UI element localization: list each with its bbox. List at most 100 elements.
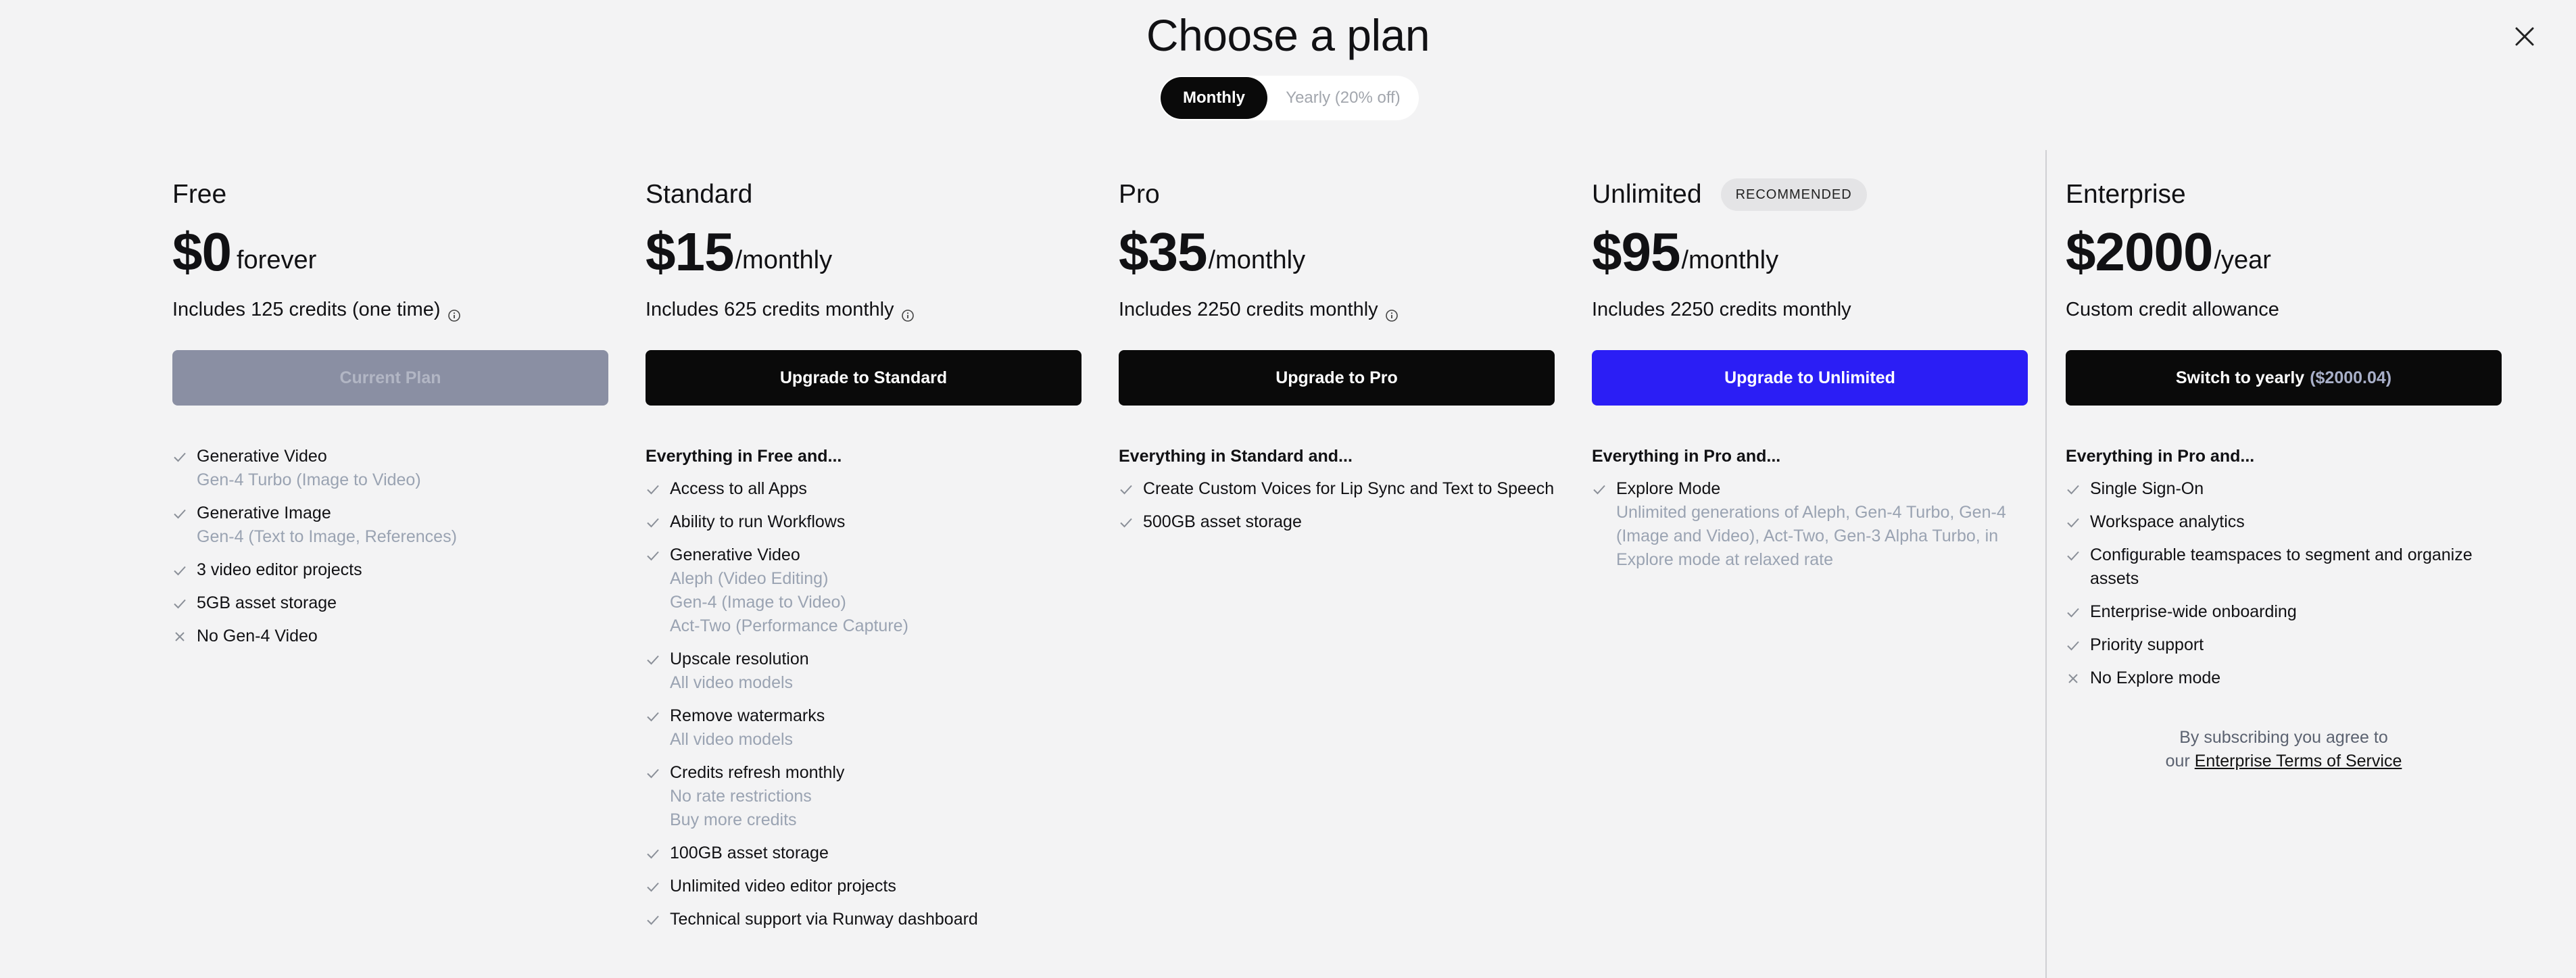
feature-list: Create Custom Voices for Lip Sync and Te…: [1119, 477, 1555, 534]
billing-toggle: Monthly Yearly (20% off): [1159, 76, 1419, 120]
enterprise-terms-link[interactable]: Enterprise Terms of Service: [2195, 752, 2402, 771]
yearly-price-note: ($2000.04): [2310, 368, 2392, 387]
feature-item: Workspace analytics: [2066, 510, 2502, 534]
feature-item: Unlimited video editor projects: [646, 875, 1082, 898]
feature-text: Single Sign-On: [2090, 479, 2204, 498]
upgrade-to-pro-button[interactable]: Upgrade to Pro: [1119, 350, 1555, 406]
plan-credits: Custom credit allowance: [2066, 299, 2279, 320]
plan-price: $2000: [2066, 222, 2213, 282]
check-icon: [646, 908, 663, 931]
info-icon[interactable]: [447, 303, 461, 322]
feature-item: Generative Video Aleph (Video Editing) Gen…: [646, 543, 1082, 638]
plan-period: /monthly: [1681, 246, 1779, 274]
plan-credits: Includes 2250 credits monthly: [1592, 299, 1851, 320]
x-icon: [172, 625, 190, 648]
feature-list: Single Sign-On Workspace analytics Configu…: [2066, 477, 2502, 690]
feature-text: Generative Image: [197, 504, 331, 522]
info-icon[interactable]: [901, 303, 915, 322]
check-icon: [2066, 477, 2083, 501]
feature-item: Remove watermarks All video models: [646, 704, 1082, 752]
upgrade-to-unlimited-button[interactable]: Upgrade to Unlimited: [1592, 350, 2028, 406]
check-icon: [2066, 510, 2083, 534]
check-icon: [646, 543, 663, 567]
plan-name: Pro: [1119, 180, 1160, 209]
x-icon: [2066, 666, 2083, 690]
feature-text: Priority support: [2090, 635, 2204, 654]
feature-item: Priority support: [2066, 633, 2502, 657]
plan-price: $95: [1592, 222, 1680, 282]
feature-subtext: All video models: [670, 673, 794, 692]
plan-credits: Includes 625 credits monthly: [646, 299, 894, 320]
feature-text: 5GB asset storage: [197, 593, 337, 612]
feature-item: Generative Video Gen-4 Turbo (Image to Vi…: [172, 445, 608, 492]
feature-text: Remove watermarks: [670, 706, 825, 725]
check-icon: [2066, 633, 2083, 657]
check-icon: [646, 875, 663, 898]
feature-subtext: No rate restrictions: [670, 787, 812, 806]
plan-name: Unlimited: [1592, 180, 1702, 209]
feature-text: 3 video editor projects: [197, 560, 362, 579]
feature-item: Create Custom Voices for Lip Sync and Te…: [1119, 477, 1555, 501]
plan-credits: Includes 2250 credits monthly: [1119, 299, 1378, 320]
feature-subtext: Gen-4 Turbo (Image to Video): [197, 470, 421, 489]
feature-list: Explore Mode Unlimited generations of Ale…: [1592, 477, 2028, 572]
feature-item: 3 video editor projects: [172, 558, 608, 582]
feature-item: Upscale resolution All video models: [646, 647, 1082, 695]
feature-text: Unlimited video editor projects: [670, 877, 896, 896]
plan-price: $15: [646, 222, 734, 282]
check-icon: [646, 704, 663, 728]
feature-text: Technical support via Runway dashboard: [670, 910, 978, 929]
feature-list: Access to all Apps Ability to run Workflo…: [646, 477, 1082, 931]
feature-text: Upscale resolution: [670, 650, 809, 668]
plan-card-pro: Pro $35 /monthly Includes 2250 credits m…: [1119, 174, 1555, 543]
check-icon: [646, 841, 663, 865]
check-icon: [646, 647, 663, 671]
feature-text: Generative Video: [197, 447, 327, 466]
feature-subtext: Buy more credits: [670, 810, 797, 829]
plan-period: /monthly: [1208, 246, 1306, 274]
feature-subtext: Unlimited generations of Aleph, Gen-4 Tu…: [1616, 503, 2006, 569]
feature-item: Configurable teamspaces to segment and o…: [2066, 543, 2502, 591]
feature-item: 100GB asset storage: [646, 841, 1082, 865]
info-icon[interactable]: [1385, 303, 1399, 322]
current-plan-button: Current Plan: [172, 350, 608, 406]
plan-period: /monthly: [735, 246, 833, 274]
feature-item: Enterprise-wide onboarding: [2066, 600, 2502, 624]
feature-text: Ability to run Workflows: [670, 512, 846, 531]
section-heading: Everything in Standard and...: [1119, 447, 1353, 466]
feature-list: Generative Video Gen-4 Turbo (Image to Vi…: [172, 445, 608, 648]
feature-item: Explore Mode Unlimited generations of Ale…: [1592, 477, 2028, 572]
plan-credits: Includes 125 credits (one time): [172, 299, 441, 320]
feature-item: No Explore mode: [2066, 666, 2502, 690]
monthly-toggle-option[interactable]: Monthly: [1161, 77, 1267, 119]
upgrade-to-standard-button[interactable]: Upgrade to Standard: [646, 350, 1082, 406]
check-icon: [1592, 477, 1609, 501]
plan-price: $0: [172, 222, 232, 282]
check-icon: [646, 477, 663, 501]
plan-card-unlimited: Unlimited RECOMMENDED $95 /monthly Inclu…: [1592, 174, 2028, 581]
check-icon: [1119, 510, 1136, 534]
terms-prefix: our: [2165, 752, 2190, 771]
check-icon: [172, 445, 190, 468]
check-icon: [1119, 477, 1136, 501]
feature-item: No Gen-4 Video: [172, 625, 608, 648]
plan-name: Enterprise: [2066, 180, 2186, 209]
plan-period: forever: [236, 246, 317, 274]
switch-to-yearly-label: Switch to yearly: [2175, 368, 2305, 387]
plan-name: Standard: [646, 180, 753, 209]
yearly-toggle-option[interactable]: Yearly (20% off): [1269, 77, 1417, 119]
plan-name: Free: [172, 180, 227, 209]
plan-price: $35: [1119, 222, 1207, 282]
feature-subtext: Gen-4 (Text to Image, References): [197, 527, 457, 546]
enterprise-divider: [2045, 150, 2047, 978]
check-icon: [172, 591, 190, 615]
check-icon: [2066, 600, 2083, 624]
feature-item: Single Sign-On: [2066, 477, 2502, 501]
feature-item: 500GB asset storage: [1119, 510, 1555, 534]
check-icon: [2066, 543, 2083, 567]
switch-to-yearly-button[interactable]: Switch to yearly ($2000.04): [2066, 350, 2502, 406]
feature-item: 5GB asset storage: [172, 591, 608, 615]
plan-card-standard: Standard $15 /monthly Includes 625 credi…: [646, 174, 1082, 941]
feature-text: Explore Mode: [1616, 479, 1721, 498]
close-icon[interactable]: [2511, 23, 2538, 50]
